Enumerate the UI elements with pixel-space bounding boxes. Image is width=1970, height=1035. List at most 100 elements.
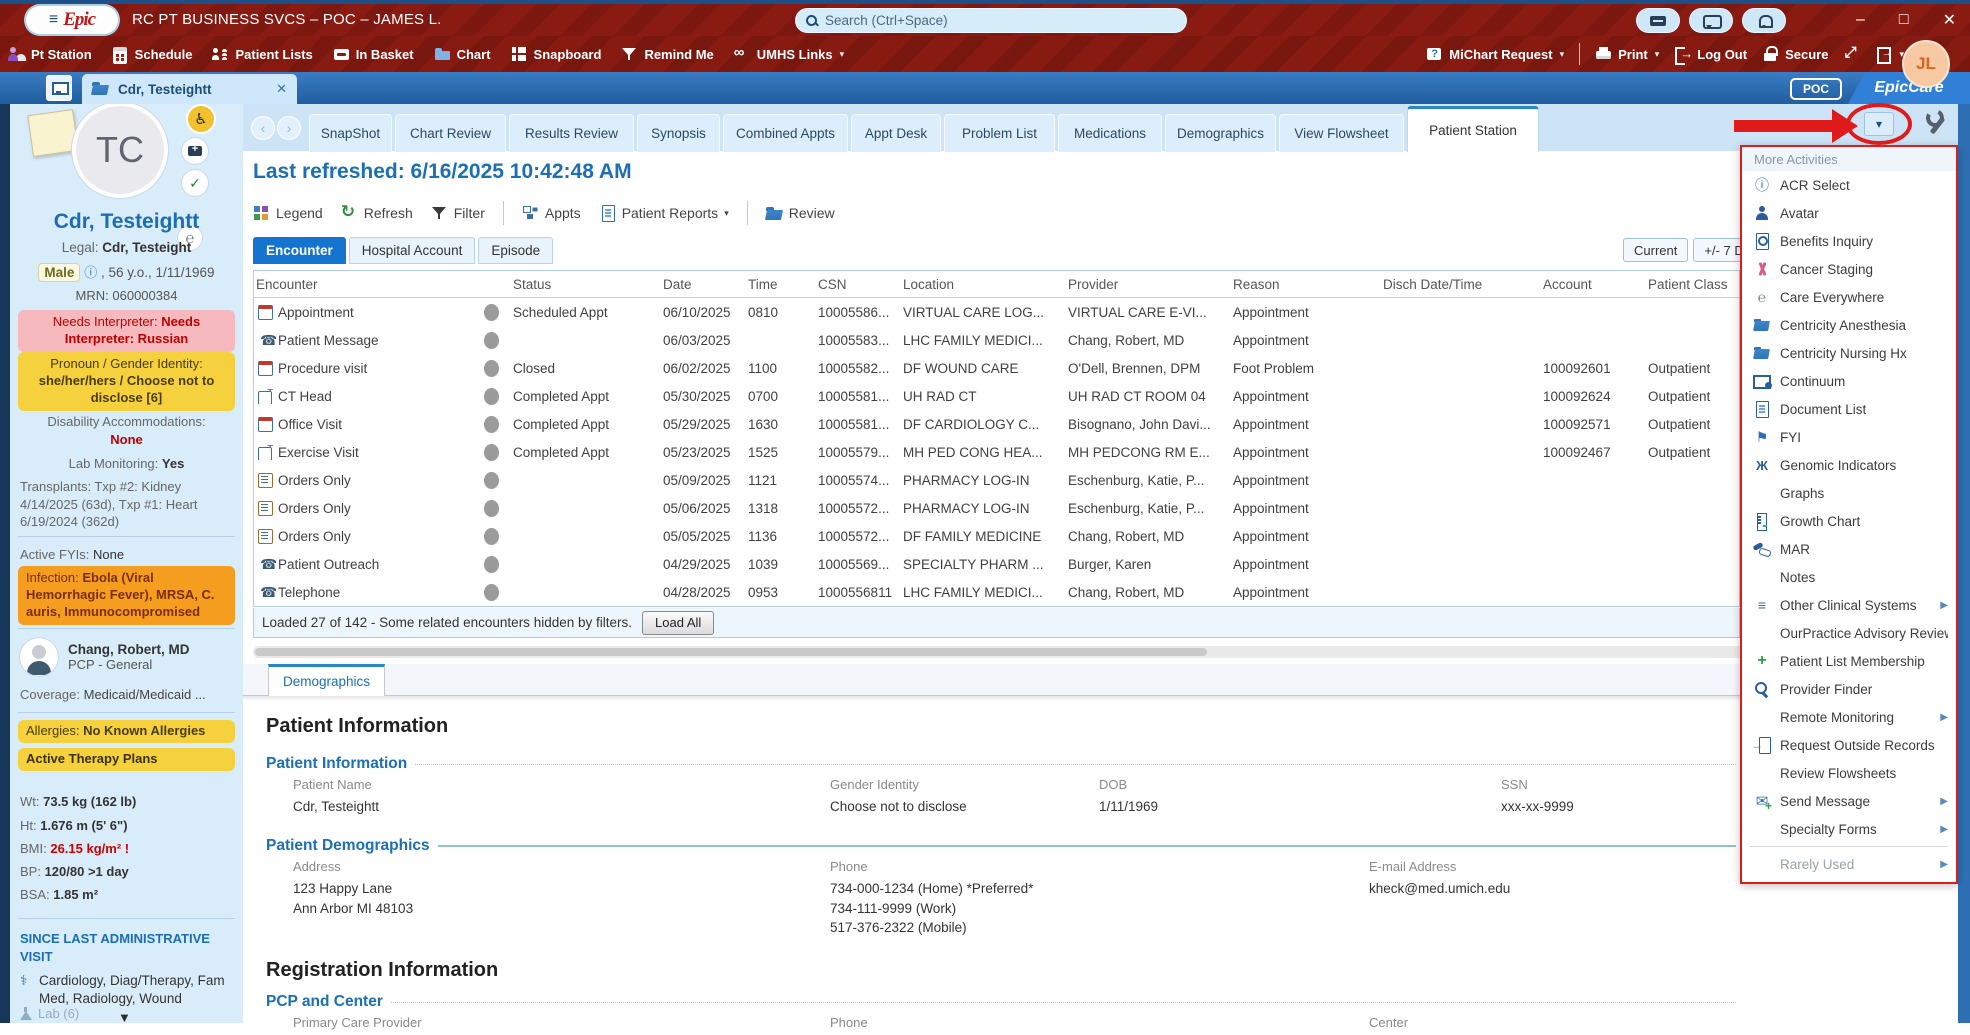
menu-item-graphs[interactable]: Graphs <box>1742 479 1956 507</box>
since-last-admin-visit[interactable]: SINCE LAST ADMINISTRATIVE VISIT <box>20 930 220 965</box>
workspace-switcher-button[interactable] <box>46 75 72 101</box>
tab-patient-station[interactable]: Patient Station <box>1407 106 1539 152</box>
interpreter-banner[interactable]: Needs Interpreter: Needs Interpreter: Ru… <box>18 310 235 352</box>
toolbar-appts[interactable]: Appts <box>522 205 581 221</box>
view-tab-encounter[interactable]: Encounter <box>253 237 346 264</box>
horizontal-scrollbar[interactable] <box>253 646 1953 658</box>
global-search-input[interactable]: Search (Ctrl+Space) <box>795 8 1187 33</box>
column-header-provider[interactable]: Provider <box>1066 277 1231 292</box>
menu-item-care-everywhere[interactable]: ℮Care Everywhere <box>1742 283 1956 311</box>
tab-problem-list[interactable]: Problem List <box>944 114 1055 152</box>
accessibility-icon[interactable]: ♿ <box>188 106 214 132</box>
column-header-encounter[interactable]: Encounter <box>254 277 471 292</box>
menu-item-acr-select[interactable]: ⓘACR Select <box>1742 171 1956 199</box>
tab-view-flowsheet[interactable]: View Flowsheet <box>1279 114 1404 152</box>
info-icon[interactable]: ⓘ <box>84 265 97 280</box>
epic-logo-menu-button[interactable]: ≡ Epic <box>26 6 118 34</box>
menu-item-provider-finder[interactable]: Provider Finder <box>1742 675 1956 703</box>
menubar-item-secure[interactable]: Secure <box>1762 46 1828 62</box>
patient-workspace-tab[interactable]: Cdr, Testeightt ✕ <box>82 74 297 104</box>
column-header-disch-date-time[interactable]: Disch Date/Time <box>1381 277 1541 292</box>
menu-item-review-flowsheets[interactable]: Review Flowsheets <box>1742 759 1956 787</box>
close-tab-icon[interactable]: ✕ <box>276 81 287 97</box>
menubar-item-schedule[interactable]: Schedule <box>112 46 193 62</box>
tab-medications[interactable]: Medications <box>1058 114 1162 152</box>
menubar-item-log-out[interactable]: Log Out <box>1674 46 1747 62</box>
menubar-item-item[interactable] <box>1843 46 1860 62</box>
column-header-date[interactable]: Date <box>661 277 746 292</box>
menubar-item-snapboard[interactable]: Snapboard <box>511 46 602 62</box>
load-all-button[interactable]: Load All <box>642 611 714 635</box>
encounter-row[interactable]: Office VisitCompleted Appt05/29/20251630… <box>254 410 1739 438</box>
encounter-row[interactable]: CT HeadCompleted Appt05/30/2025070010005… <box>254 382 1739 410</box>
encounter-row[interactable]: ☎Patient Message06/03/202510005583...LHC… <box>254 326 1739 354</box>
specialties-row[interactable]: ⚕ Cardiology, Diag/Therapy, Fam Med, Rad… <box>20 972 234 1007</box>
menu-item-mar[interactable]: MAR <box>1742 535 1956 563</box>
chat-button[interactable] <box>1689 8 1733 33</box>
inbasket-add-icon[interactable] <box>182 138 208 164</box>
encounter-row[interactable]: Exercise VisitCompleted Appt05/23/202515… <box>254 438 1739 466</box>
pronoun-banner[interactable]: Pronoun / Gender Identity:she/her/hers /… <box>18 352 235 411</box>
menu-item-notes[interactable]: Notes <box>1742 563 1956 591</box>
menu-item-patient-list-membership[interactable]: +Patient List Membership <box>1742 647 1956 675</box>
menu-item-specialty-forms[interactable]: Specialty Forms▶ <box>1742 815 1956 843</box>
minimize-button[interactable]: – <box>1856 11 1865 29</box>
sex-chip[interactable]: Male <box>38 263 80 282</box>
user-avatar[interactable]: JL <box>1902 40 1950 88</box>
menu-item-request-outside-records[interactable]: Request Outside Records <box>1742 731 1956 759</box>
column-header-patient-class[interactable]: Patient Class <box>1646 277 1741 292</box>
view-tab-episode[interactable]: Episode <box>478 237 553 264</box>
menu-item-centricity-nursing-hx[interactable]: Centricity Nursing Hx <box>1742 339 1956 367</box>
menubar-item-pt-station[interactable]: Pt Station <box>8 46 92 62</box>
encounter-row[interactable]: Orders Only05/06/2025131810005572...PHAR… <box>254 494 1739 522</box>
patient-name[interactable]: Cdr, Testeightt <box>10 210 243 234</box>
menu-item-fyi[interactable]: ⚑FYI <box>1742 423 1956 451</box>
column-header-csn[interactable]: CSN <box>816 277 901 292</box>
menubar-item-chart[interactable]: Chart <box>434 46 491 62</box>
column-header-reason[interactable]: Reason <box>1231 277 1381 292</box>
menubar-item-michart-request[interactable]: MiChart Request▾ <box>1426 46 1564 62</box>
encounter-row[interactable]: Orders Only05/05/2025113610005572...DF F… <box>254 522 1739 550</box>
pcp-row[interactable]: Chang, Robert, MD PCP - General <box>20 638 190 676</box>
menubar-item-item[interactable]: ▾ <box>1875 46 1904 62</box>
sidebar-expand-caret[interactable]: ▼ <box>118 1010 131 1023</box>
menubar-item-remind-me[interactable]: Remind Me <box>621 46 713 62</box>
toolbar-review[interactable]: Review <box>766 205 835 221</box>
tab-results-review[interactable]: Results Review <box>509 114 634 152</box>
nav-back-button[interactable]: ‹ <box>251 116 275 140</box>
demographics-tab[interactable]: Demographics <box>268 664 385 696</box>
column-header-account[interactable]: Account <box>1541 277 1646 292</box>
view-tab-hospital-account[interactable]: Hospital Account <box>349 237 476 264</box>
menu-item-document-list[interactable]: Document List <box>1742 395 1956 423</box>
scrollbar-thumb[interactable] <box>255 648 1207 656</box>
menu-item-avatar[interactable]: Avatar <box>1742 199 1956 227</box>
notifications-button[interactable] <box>1742 8 1786 33</box>
menu-item-ourpractice-advisory-review[interactable]: OurPractice Advisory Review <box>1742 619 1956 647</box>
encounter-row[interactable]: Orders Only05/09/2025112110005574...PHAR… <box>254 466 1739 494</box>
tab-demographics[interactable]: Demographics <box>1165 114 1276 152</box>
wrench-icon[interactable] <box>1922 110 1950 138</box>
toolbar-refresh[interactable]: Refresh <box>341 205 413 221</box>
menu-item-other-clinical-systems[interactable]: ≡Other Clinical Systems▶ <box>1742 591 1956 619</box>
check-monitor-icon[interactable] <box>182 170 208 196</box>
sticky-note[interactable] <box>27 109 78 157</box>
tab-appt-desk[interactable]: Appt Desk <box>851 114 941 152</box>
menubar-item-umhs-links[interactable]: UMHS Links▾ <box>734 46 844 62</box>
allergies-banner[interactable]: Allergies: No Known Allergies <box>18 720 235 743</box>
tab-snapshot[interactable]: SnapShot <box>309 114 392 152</box>
menu-item-genomic-indicators[interactable]: ЖGenomic Indicators <box>1742 451 1956 479</box>
infection-banner[interactable]: Infection: Ebola (Viral Hemorrhagic Feve… <box>18 566 235 625</box>
encounter-row[interactable]: ☎Patient Outreach04/29/2025103910005569.… <box>254 550 1739 578</box>
encounter-row[interactable]: AppointmentScheduled Appt06/10/202508101… <box>254 298 1739 326</box>
encounter-row[interactable]: Procedure visitClosed06/02/2025110010005… <box>254 354 1739 382</box>
maximize-button[interactable]: □ <box>1899 11 1909 29</box>
column-header-location[interactable]: Location <box>901 277 1066 292</box>
menu-item-growth-chart[interactable]: Growth Chart <box>1742 507 1956 535</box>
therapy-plans-banner[interactable]: Active Therapy Plans <box>18 748 235 771</box>
column-header-time[interactable]: Time <box>746 277 816 292</box>
menubar-item-print[interactable]: Print▾ <box>1595 46 1659 62</box>
menu-item-continuum[interactable]: Continuum <box>1742 367 1956 395</box>
range-button-current[interactable]: Current <box>1623 238 1688 262</box>
menu-item-rarely-used[interactable]: Rarely Used▶ <box>1742 850 1956 878</box>
tab-combined-appts[interactable]: Combined Appts <box>723 114 848 152</box>
